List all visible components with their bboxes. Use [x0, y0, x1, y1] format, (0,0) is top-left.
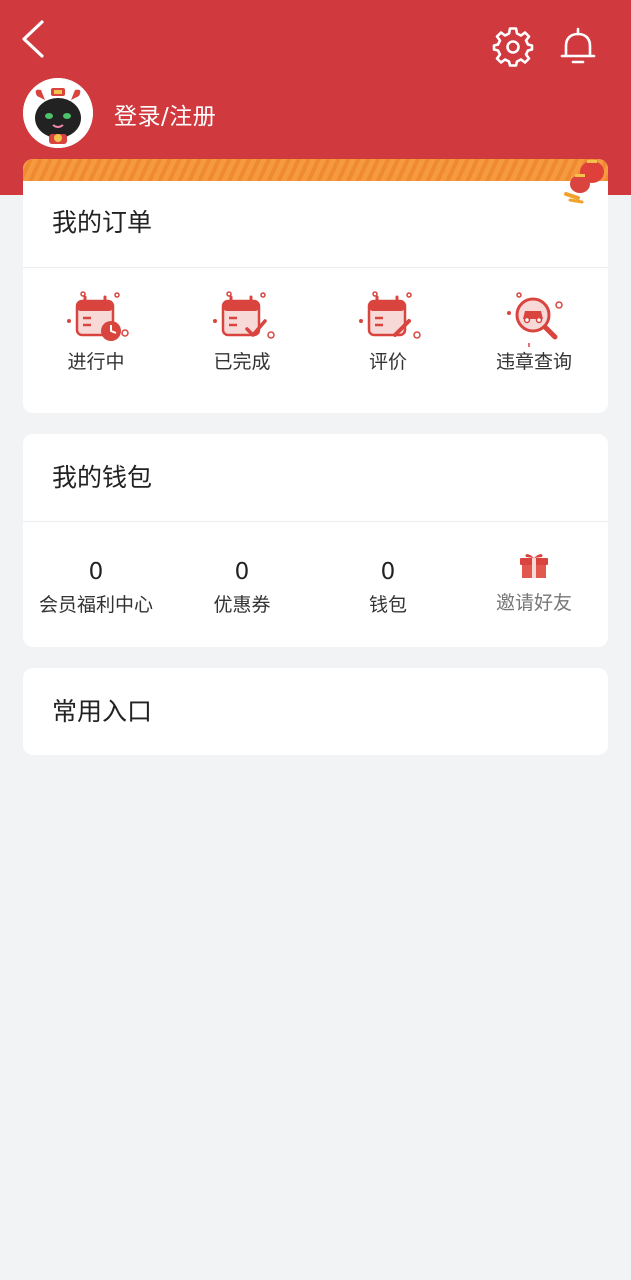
order-item-label: 评价 [368, 351, 407, 373]
calendar-clock-icon [67, 291, 129, 341]
order-item-label: 违章查询 [495, 351, 572, 373]
order-item-review[interactable]: 评价 [315, 289, 461, 374]
member-benefits-count: 0 [88, 559, 104, 585]
my-orders-card: 我的订单 进行中 已完成 评价 违章查询 [23, 159, 608, 413]
order-item-label: 已完成 [213, 351, 271, 373]
lantern-decoration-icon [564, 160, 604, 204]
wallet-item-invite-friends[interactable]: 邀请好友 [461, 550, 607, 615]
order-item-label: 进行中 [67, 351, 125, 373]
common-entries-card: 常用入口 [23, 668, 608, 755]
order-item-completed[interactable]: 已完成 [169, 289, 315, 374]
my-wallet-card: 我的钱包 0 会员福利中心 0 优惠券 0 钱包 邀请好友 [23, 434, 608, 647]
wallet-item-wallet[interactable]: 0 钱包 [315, 558, 461, 617]
settings-button[interactable] [492, 26, 534, 68]
wallet-count: 0 [380, 559, 396, 585]
wallet-item-coupons[interactable]: 0 优惠券 [169, 558, 315, 617]
avatar[interactable] [23, 78, 93, 148]
orders-body: 我的订单 进行中 已完成 评价 违章查询 [23, 181, 608, 413]
wallet-item-member-benefits[interactable]: 0 会员福利中心 [23, 558, 169, 617]
back-icon [22, 20, 44, 58]
mascot-avatar-icon [23, 78, 93, 148]
my-wallet-title[interactable]: 我的钱包 [52, 458, 152, 494]
wallet-item-label: 会员福利中心 [38, 594, 153, 616]
divider [23, 267, 608, 268]
order-item-violation-query[interactable]: 违章查询 [461, 289, 607, 374]
wallet-item-label: 钱包 [368, 594, 407, 616]
back-button[interactable] [14, 18, 54, 62]
gift-icon [520, 554, 548, 578]
calendar-edit-icon [359, 291, 421, 339]
order-item-in-progress[interactable]: 进行中 [23, 289, 169, 374]
gear-icon [492, 27, 534, 67]
wallet-item-label: 优惠券 [213, 594, 271, 616]
coupons-count: 0 [234, 559, 250, 585]
bell-icon [560, 27, 596, 64]
my-orders-title[interactable]: 我的订单 [52, 203, 152, 239]
notifications-button[interactable] [557, 26, 599, 68]
divider [23, 521, 608, 522]
wallet-item-label: 邀请好友 [495, 592, 572, 614]
car-search-icon [507, 292, 563, 347]
calendar-check-icon [213, 291, 275, 339]
login-register-link[interactable]: 登录/注册 [114, 97, 216, 131]
festive-banner [23, 159, 608, 181]
common-entries-title: 常用入口 [52, 697, 153, 726]
